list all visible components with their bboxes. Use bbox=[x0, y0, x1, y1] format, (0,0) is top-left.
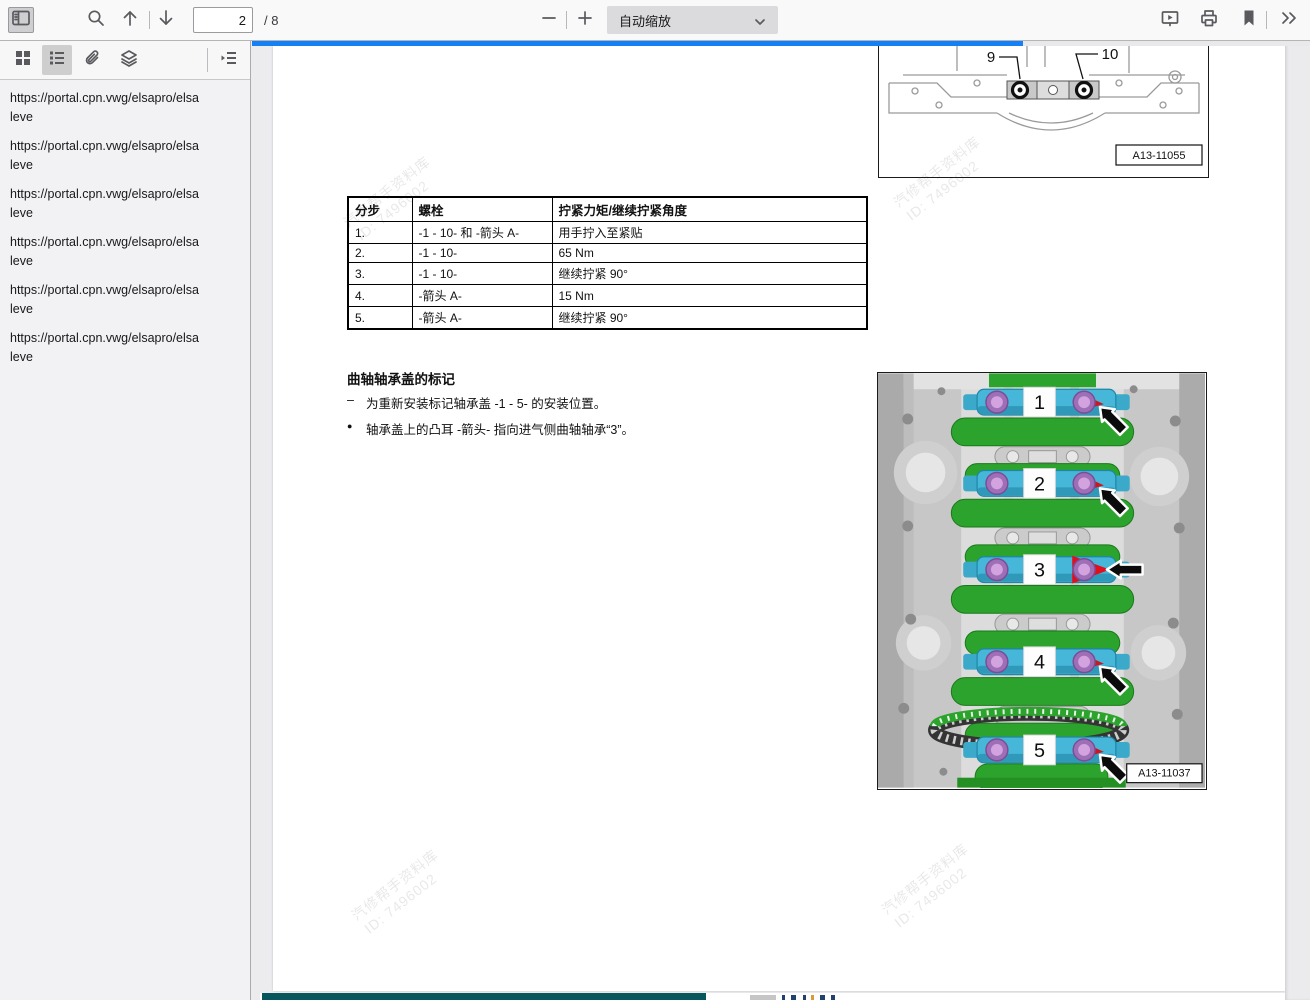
table-row: 2.-1 - 10-65 Nm bbox=[348, 244, 867, 263]
outline-item[interactable]: https://portal.cpn.vwg/elsapro/elsaleve bbox=[10, 281, 250, 319]
instruction-dash-item: – 为重新安装标记轴承盖 -1 - 5- 的安装位置。 bbox=[347, 393, 606, 412]
presentation-mode-button[interactable] bbox=[1157, 7, 1183, 33]
cap-number-2: 2 bbox=[1034, 473, 1045, 495]
table-header-row: 分步 螺栓 拧紧力矩/继续拧紧角度 bbox=[348, 197, 867, 222]
col-header-torque: 拧紧力矩/继续拧紧角度 bbox=[552, 197, 867, 222]
chevron-down-icon bbox=[754, 15, 766, 30]
vertical-scrollbar[interactable] bbox=[1285, 40, 1310, 1000]
current-outline-item-button[interactable] bbox=[214, 45, 244, 75]
find-button[interactable] bbox=[83, 7, 109, 33]
attachments-tab[interactable] bbox=[78, 45, 108, 75]
sidebar-resizer[interactable] bbox=[250, 40, 251, 1000]
toolbar-separator bbox=[1266, 11, 1267, 29]
table-row: 4.-箭头 A-15 Nm bbox=[348, 285, 867, 307]
next-page-header-bar bbox=[262, 993, 706, 1000]
cap-number-5: 5 bbox=[1034, 740, 1045, 762]
printer-icon bbox=[1199, 8, 1219, 33]
minus-icon bbox=[539, 8, 559, 33]
toolbar: / 8 自动缩放 bbox=[0, 0, 1310, 41]
next-page-button[interactable] bbox=[153, 7, 179, 33]
arrow-up-icon bbox=[120, 8, 140, 33]
current-outline-item-icon bbox=[219, 48, 239, 73]
plus-icon bbox=[575, 8, 595, 33]
outline-tab[interactable] bbox=[42, 45, 72, 75]
outline-view: https://portal.cpn.vwg/elsapro/elsaleve … bbox=[0, 80, 250, 1000]
sidebar-header bbox=[0, 40, 250, 80]
double-chevron-right-icon bbox=[1278, 8, 1300, 33]
outline-list-icon bbox=[47, 48, 67, 73]
table-row: 5.-箭头 A-继续拧紧 90° bbox=[348, 307, 867, 330]
engine-bolts-line-drawing: 9 10 A13-11055 bbox=[879, 46, 1207, 176]
cap-number-4: 4 bbox=[1034, 652, 1045, 674]
cap-number-3: 3 bbox=[1034, 560, 1045, 582]
table-row: 1.-1 - 10- 和 -箭头 A-用手拧入至紧贴 bbox=[348, 222, 867, 244]
zoom-in-button[interactable] bbox=[572, 7, 598, 33]
outline-item[interactable]: https://portal.cpn.vwg/elsapro/elsaleve bbox=[10, 329, 250, 367]
callout-10: 10 bbox=[1102, 46, 1119, 63]
figure-ref-label: A13-11037 bbox=[1138, 768, 1190, 780]
table-row: 3.-1 - 10-继续拧紧 90° bbox=[348, 263, 867, 285]
presentation-icon bbox=[1160, 8, 1180, 33]
current-view-bookmark-button[interactable] bbox=[1236, 7, 1262, 33]
paperclip-icon bbox=[83, 48, 103, 73]
figure-crankshaft-bearing-caps: 1 2 bbox=[877, 372, 1207, 790]
bookmark-icon bbox=[1239, 8, 1259, 33]
outline-item[interactable]: https://portal.cpn.vwg/elsapro/elsaleve bbox=[10, 233, 250, 271]
more-tools-button[interactable] bbox=[1276, 7, 1302, 33]
sidebar-header-separator bbox=[207, 48, 208, 72]
thumbnails-icon bbox=[13, 48, 33, 73]
pdf-page: 9 10 A13-11055 分步 螺栓 拧紧力矩/继续拧紧角度 1.-1 - … bbox=[273, 46, 1285, 991]
watermark: 汽修帮手资料库ID: 7496002 bbox=[348, 805, 504, 938]
instruction-text: 轴承盖上的凸耳 -箭头- 指向进气侧曲轴轴承“3”。 bbox=[366, 419, 634, 438]
sidebar-toggle-button[interactable] bbox=[8, 7, 34, 33]
callout-9: 9 bbox=[987, 49, 995, 66]
page-number-input[interactable] bbox=[193, 7, 253, 33]
zoom-level-value: 自动缩放 bbox=[619, 11, 671, 30]
sidebar: https://portal.cpn.vwg/elsapro/elsaleve … bbox=[0, 40, 250, 1000]
pdf-viewer-window: / 8 自动缩放 bbox=[0, 0, 1310, 1000]
outline-item[interactable]: https://portal.cpn.vwg/elsapro/elsaleve bbox=[10, 137, 250, 175]
dash-marker: – bbox=[347, 393, 366, 412]
page-count-label: / 8 bbox=[264, 13, 278, 28]
arrow-down-icon bbox=[156, 8, 176, 33]
cap-number-1: 1 bbox=[1034, 392, 1045, 414]
zoom-level-select[interactable]: 自动缩放 bbox=[607, 6, 778, 34]
instruction-text: 为重新安装标记轴承盖 -1 - 5- 的安装位置。 bbox=[366, 393, 606, 412]
figure-ref-label: A13-11055 bbox=[1132, 150, 1185, 162]
next-pdf-page-edge bbox=[260, 993, 1285, 1000]
watermark: 汽修帮手资料库ID: 7496002 bbox=[878, 799, 1034, 932]
outline-item[interactable]: https://portal.cpn.vwg/elsapro/elsaleve bbox=[10, 89, 250, 127]
zoom-out-button[interactable] bbox=[536, 7, 562, 33]
layers-tab[interactable] bbox=[114, 45, 144, 75]
toolbar-separator bbox=[149, 11, 150, 29]
toolbar-separator bbox=[566, 11, 567, 29]
instruction-bullet-item: ● 轴承盖上的凸耳 -箭头- 指向进气侧曲轴轴承“3”。 bbox=[347, 419, 634, 438]
col-header-bolt: 螺栓 bbox=[412, 197, 552, 222]
crankshaft-illustration: 1 2 bbox=[878, 373, 1205, 788]
bullet-marker: ● bbox=[347, 419, 366, 438]
layers-icon bbox=[119, 48, 139, 73]
figure-bolt-sequence: 9 10 A13-11055 bbox=[878, 46, 1209, 178]
section-heading: 曲轴轴承盖的标记 bbox=[347, 368, 455, 388]
search-icon bbox=[86, 8, 106, 33]
thumbnails-tab[interactable] bbox=[8, 45, 38, 75]
print-button[interactable] bbox=[1196, 7, 1222, 33]
outline-item[interactable]: https://portal.cpn.vwg/elsapro/elsaleve bbox=[10, 185, 250, 223]
torque-table: 分步 螺栓 拧紧力矩/继续拧紧角度 1.-1 - 10- 和 -箭头 A-用手拧… bbox=[347, 196, 868, 330]
sidebar-toggle-icon bbox=[11, 8, 31, 33]
previous-page-button[interactable] bbox=[117, 7, 143, 33]
col-header-step: 分步 bbox=[348, 197, 412, 222]
